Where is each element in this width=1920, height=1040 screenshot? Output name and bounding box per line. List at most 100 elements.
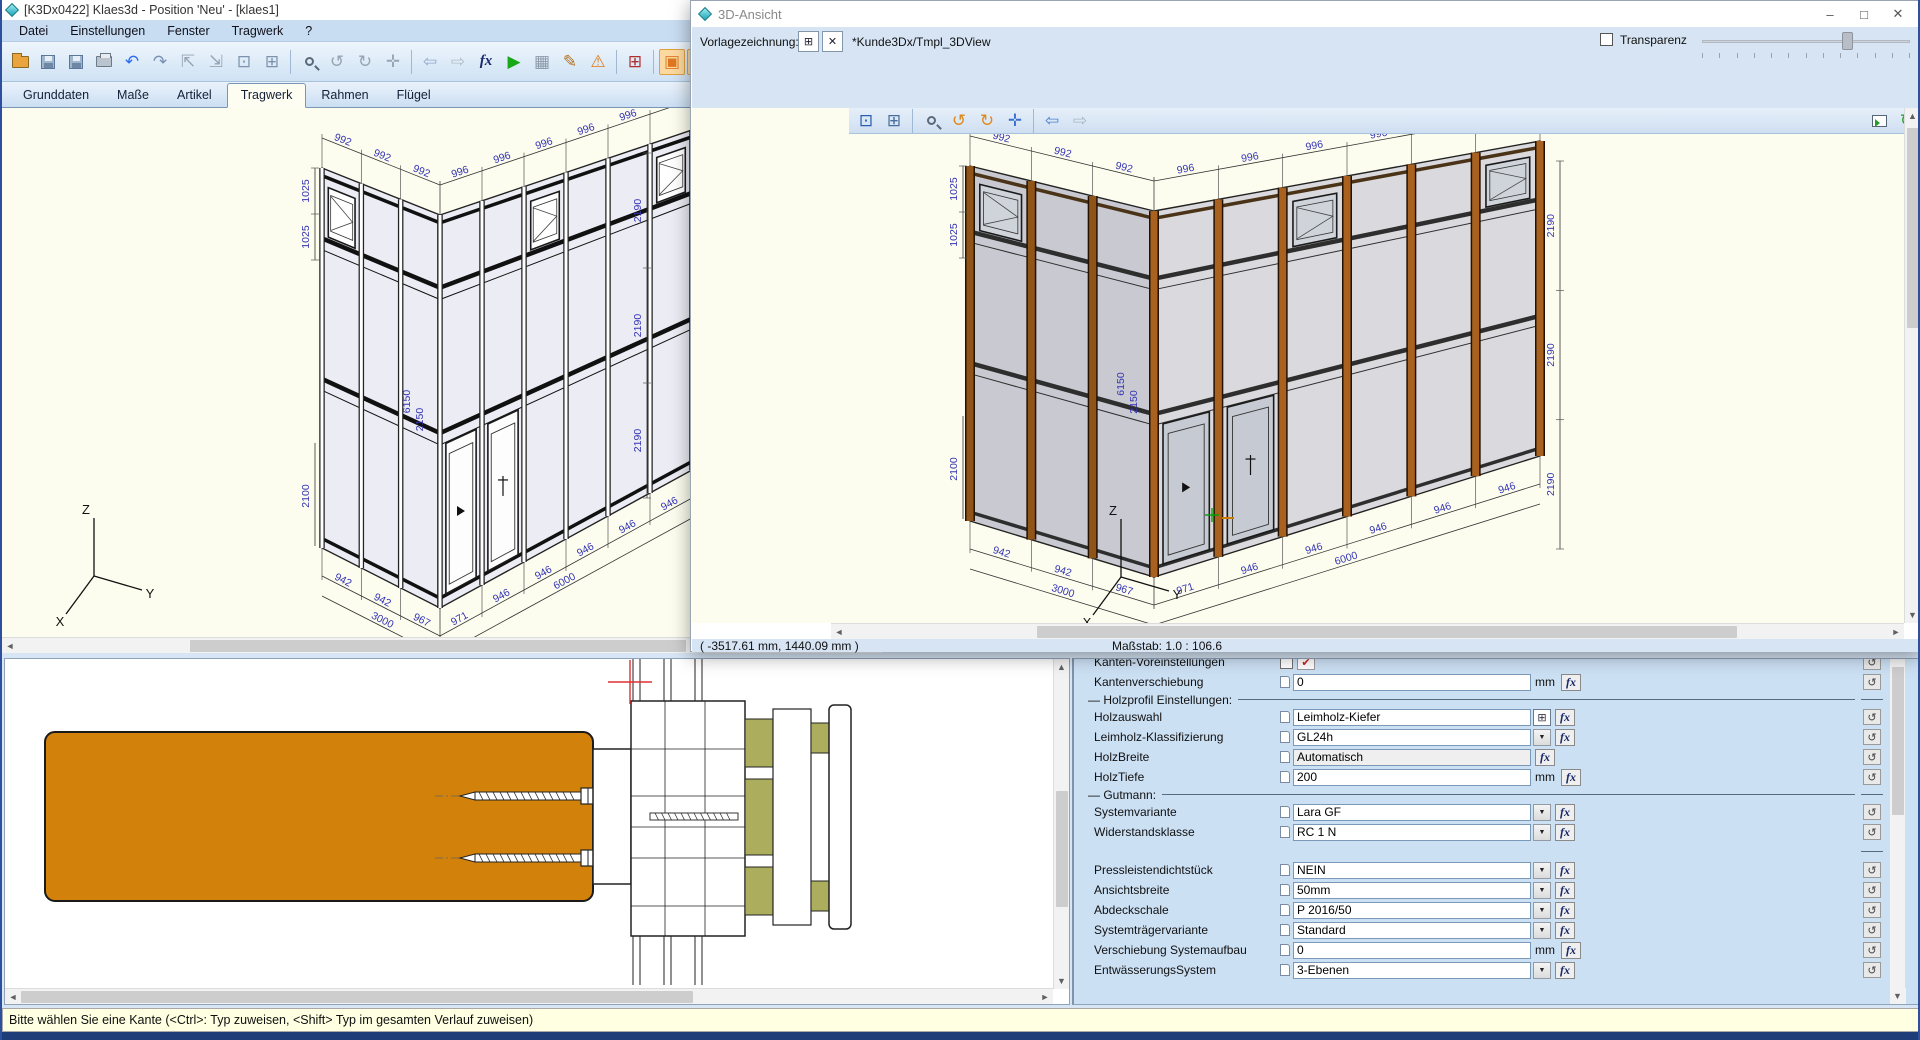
menu-item-datei[interactable]: Datei (8, 22, 59, 40)
view3d-viewport[interactable]: 9929929929969969969969969969429429673000… (692, 108, 1904, 623)
fx-button[interactable]: fx (1561, 769, 1581, 786)
property-input[interactable]: Automatisch (1293, 749, 1531, 766)
edit-action-button[interactable]: ✔ (1297, 658, 1315, 670)
fx-button[interactable]: fx (1555, 962, 1575, 979)
scroll-thumb[interactable] (190, 640, 686, 652)
fit-page-icon[interactable]: ⊡ (231, 49, 257, 75)
refresh-button[interactable]: ↺ (1863, 922, 1881, 938)
notes-icon[interactable]: ✎ (557, 49, 583, 75)
fx-button[interactable]: fx (1561, 674, 1581, 691)
copy-view-icon[interactable]: ⊞ (881, 108, 907, 134)
scroll-thumb[interactable] (1892, 667, 1904, 815)
refresh-button[interactable]: ↺ (1863, 862, 1881, 878)
picker-button[interactable]: ⊞ (1533, 709, 1551, 726)
dropdown-button[interactable]: ▼ (1533, 729, 1551, 746)
menu-item-tragwerk[interactable]: Tragwerk (221, 22, 295, 40)
scroll-thumb[interactable] (21, 991, 693, 1003)
menu-item-fenster[interactable]: Fenster (156, 22, 220, 40)
property-input[interactable]: Standard (1293, 922, 1531, 939)
rotate-right-icon[interactable]: ↻ (352, 49, 378, 75)
fx-button[interactable]: fx (1555, 902, 1575, 919)
open-file-icon[interactable] (7, 49, 33, 75)
copy-drawing-icon[interactable]: ⊞ (259, 49, 285, 75)
export-icon[interactable]: ⇲ (203, 49, 229, 75)
scroll-down-icon[interactable]: ▼ (1890, 988, 1906, 1004)
scroll-thumb[interactable] (1056, 791, 1068, 907)
menu-item-[interactable]: ? (294, 22, 323, 40)
import-icon[interactable]: ⇱ (175, 49, 201, 75)
dropdown-button[interactable]: ▼ (1533, 962, 1551, 979)
refresh-button[interactable]: ↺ (1863, 882, 1881, 898)
scroll-right-icon[interactable]: ► (1037, 989, 1053, 1005)
save-icon[interactable] (35, 49, 61, 75)
props-vscrollbar[interactable]: ▼ (1889, 659, 1905, 1004)
fx-button[interactable]: fx (1535, 749, 1555, 766)
scroll-up-icon[interactable]: ▲ (1905, 108, 1920, 124)
fx-button[interactable]: fx (1555, 922, 1575, 939)
cross-section-panel[interactable]: ▲ ▼ ◄ ► (4, 658, 1070, 1005)
maximize-button[interactable]: □ (1847, 2, 1881, 26)
grid-edit-icon[interactable]: ⊞ (622, 49, 648, 75)
refresh-button[interactable]: ↺ (1863, 674, 1881, 690)
property-input[interactable]: GL24h (1293, 729, 1531, 746)
tab-mae[interactable]: Maße (104, 84, 162, 107)
fx-button[interactable]: fx (1561, 942, 1581, 959)
row-checkbox[interactable] (1280, 658, 1293, 669)
dropdown-button[interactable]: ▼ (1533, 824, 1551, 841)
tab-tragwerk[interactable]: Tragwerk (227, 83, 307, 108)
scroll-right-icon[interactable]: ► (1888, 624, 1904, 640)
formula-icon[interactable]: fx (473, 49, 499, 75)
view-forward-icon[interactable]: ⇨ (1067, 108, 1093, 134)
scroll-down-icon[interactable]: ▼ (1905, 607, 1920, 623)
fx-button[interactable]: fx (1555, 729, 1575, 746)
property-input[interactable]: Lara GF (1293, 804, 1531, 821)
save-all-icon[interactable] (63, 49, 89, 75)
pan-view-icon[interactable]: ✛ (1002, 108, 1028, 134)
template-picker-button[interactable]: ⊞ (798, 31, 819, 52)
nav-forward-icon[interactable]: ⇨ (445, 49, 471, 75)
dropdown-button[interactable]: ▼ (1533, 862, 1551, 879)
view-back-icon[interactable]: ⇦ (1039, 108, 1065, 134)
tab-artikel[interactable]: Artikel (164, 84, 225, 107)
dropdown-button[interactable]: ▼ (1533, 882, 1551, 899)
refresh-button[interactable]: ↺ (1863, 769, 1881, 785)
scroll-up-icon[interactable]: ▲ (1054, 659, 1070, 675)
export-image-icon[interactable] (1866, 108, 1892, 134)
pan-icon[interactable]: ✛ (380, 49, 406, 75)
refresh-button[interactable]: ↺ (1863, 824, 1881, 840)
refresh-button[interactable]: ↺ (1863, 962, 1881, 978)
refresh-button[interactable]: ↺ (1863, 942, 1881, 958)
scroll-thumb[interactable] (1907, 128, 1919, 328)
template-clear-button[interactable]: ✕ (822, 31, 843, 52)
scroll-thumb[interactable] (1037, 626, 1737, 638)
property-input[interactable]: NEIN (1293, 862, 1531, 879)
orbit-view-icon[interactable]: ↻ (974, 108, 1000, 134)
tab-rahmen[interactable]: Rahmen (308, 84, 381, 107)
fit-view-icon[interactable]: ⊡ (853, 108, 879, 134)
tab-grunddaten[interactable]: Grunddaten (10, 84, 102, 107)
dropdown-button[interactable]: ▼ (1533, 922, 1551, 939)
xsec-vscrollbar[interactable]: ▲ ▼ (1053, 659, 1069, 989)
property-input[interactable]: RC 1 N (1293, 824, 1531, 841)
zoom-select-icon[interactable] (918, 108, 944, 134)
dropdown-button[interactable]: ▼ (1533, 804, 1551, 821)
scroll-left-icon[interactable]: ◄ (5, 989, 21, 1005)
xsec-hscrollbar[interactable]: ◄ ► (5, 988, 1053, 1004)
run-icon[interactable]: ▶ (501, 49, 527, 75)
refresh-button[interactable]: ↺ (1863, 749, 1881, 765)
refresh-button[interactable]: ↺ (1863, 902, 1881, 918)
dropdown-button[interactable]: ▼ (1533, 902, 1551, 919)
mesh-view-icon[interactable]: ▦ (529, 49, 555, 75)
close-button[interactable]: ✕ (1881, 2, 1915, 26)
fx-button[interactable]: fx (1555, 882, 1575, 899)
view3d-hscrollbar[interactable]: ◄ ► (831, 623, 1904, 639)
transparency-slider-thumb[interactable] (1842, 32, 1853, 50)
property-input[interactable]: 0 (1293, 674, 1531, 691)
property-input[interactable]: 3-Ebenen (1293, 962, 1531, 979)
transparency-checkbox[interactable] (1600, 33, 1613, 46)
print-icon[interactable] (91, 49, 117, 75)
tab-flgel[interactable]: Flügel (384, 84, 444, 107)
transparency-slider[interactable] (1702, 40, 1910, 43)
scroll-down-icon[interactable]: ▼ (1054, 973, 1070, 989)
refresh-button[interactable]: ↺ (1863, 658, 1881, 670)
